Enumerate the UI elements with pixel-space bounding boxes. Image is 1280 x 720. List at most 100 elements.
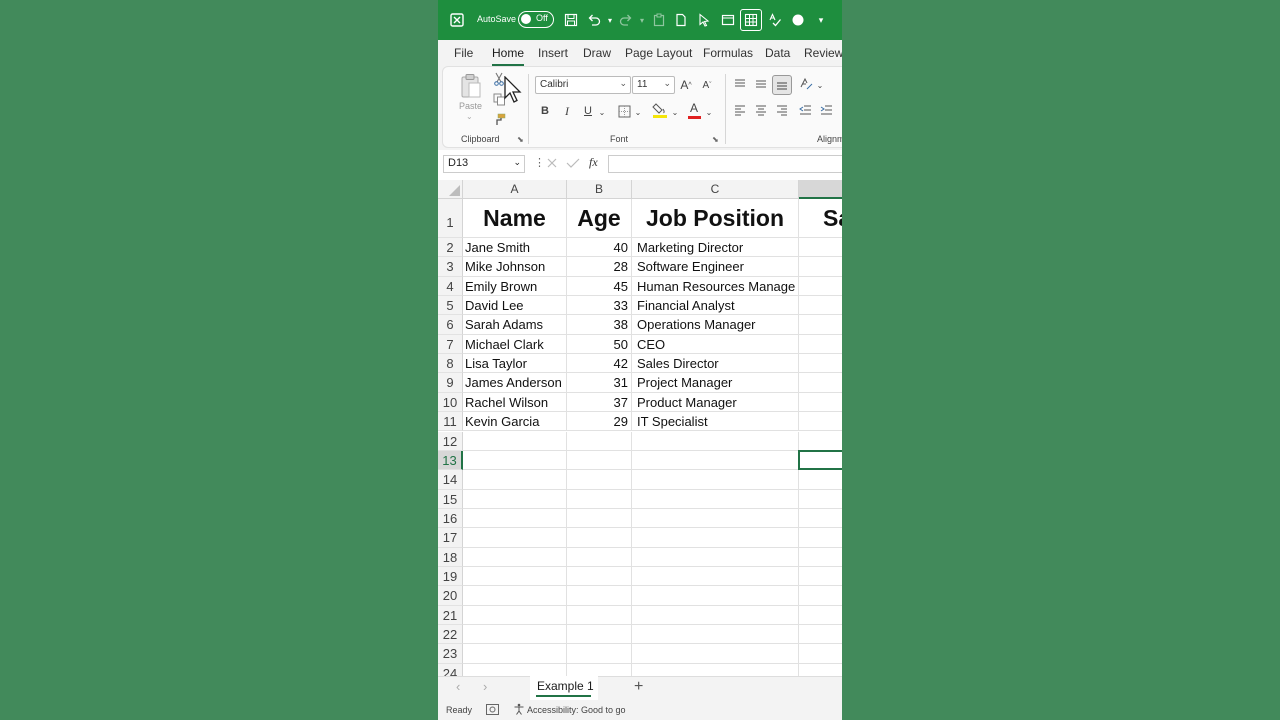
pointer-icon[interactable] [695, 11, 713, 29]
select-all-button[interactable] [438, 180, 463, 199]
tab-home[interactable]: Home [492, 46, 525, 66]
macro-recording-icon[interactable] [486, 704, 499, 717]
selected-cell[interactable] [798, 449, 842, 471]
row-header[interactable]: 18 [438, 547, 463, 567]
cell[interactable] [463, 528, 567, 548]
cell[interactable] [632, 489, 799, 509]
align-bottom-icon[interactable] [772, 75, 792, 95]
cell[interactable] [463, 547, 567, 567]
cell[interactable] [799, 238, 842, 258]
cell[interactable] [632, 663, 799, 676]
record-icon[interactable] [789, 11, 807, 29]
job-position-cell[interactable]: Product Manager [632, 392, 799, 413]
cell[interactable] [799, 644, 842, 664]
paste-dropdown-icon[interactable]: ⌄ [466, 112, 473, 121]
age-cell[interactable]: 33 [567, 296, 632, 316]
cell[interactable] [567, 644, 632, 664]
cell[interactable] [567, 566, 632, 587]
tab-review[interactable]: Review [804, 46, 842, 60]
cell[interactable] [632, 431, 799, 451]
table-icon[interactable] [740, 9, 762, 31]
row-header[interactable]: 16 [438, 508, 463, 529]
cell[interactable] [799, 509, 842, 529]
cell[interactable] [567, 470, 632, 490]
cell[interactable] [799, 412, 842, 432]
decrease-indent-icon[interactable] [797, 102, 813, 118]
scroll-right-icon[interactable]: › [483, 679, 487, 694]
tab-insert[interactable]: Insert [538, 46, 568, 60]
row-header[interactable]: 24 [438, 663, 463, 676]
cell[interactable] [799, 373, 842, 393]
cell[interactable] [567, 663, 632, 676]
job-position-cell[interactable]: Financial Analyst [632, 296, 799, 316]
cell[interactable] [567, 528, 632, 548]
orientation-icon[interactable] [798, 76, 814, 92]
align-center-icon[interactable] [753, 102, 769, 118]
align-right-icon[interactable] [774, 102, 790, 118]
clipboard-launcher-icon[interactable]: ⬊ [517, 135, 524, 144]
underline-dropdown-icon[interactable]: ⌄ [597, 103, 607, 121]
cell[interactable] [799, 296, 842, 316]
row-header[interactable]: 3 [438, 257, 463, 277]
cell[interactable] [799, 257, 842, 277]
age-cell[interactable]: 31 [567, 373, 632, 393]
cell[interactable] [567, 547, 632, 567]
age-cell[interactable]: 42 [567, 354, 632, 374]
enter-icon[interactable] [566, 156, 580, 174]
cell[interactable] [799, 277, 842, 297]
increase-indent-icon[interactable] [818, 102, 834, 118]
cell[interactable] [567, 431, 632, 451]
cell[interactable] [632, 508, 799, 529]
job-position-cell[interactable]: Marketing Director [632, 238, 799, 258]
align-middle-icon[interactable] [753, 76, 769, 92]
font-name-select[interactable]: Calibri ⌄ [535, 76, 631, 94]
cell[interactable] [567, 489, 632, 509]
cell[interactable] [632, 450, 799, 471]
cell[interactable] [463, 450, 567, 471]
cell[interactable] [463, 431, 567, 451]
row-header[interactable]: 12 [438, 431, 463, 451]
window-icon[interactable] [719, 11, 737, 29]
cell[interactable] [799, 586, 842, 606]
age-cell[interactable]: 29 [567, 412, 632, 432]
accessibility-icon[interactable] [513, 703, 525, 717]
row-header[interactable]: 19 [438, 566, 463, 587]
align-left-icon[interactable] [732, 102, 748, 118]
row-header[interactable]: 5 [438, 296, 463, 316]
decrease-font-size-button[interactable]: Aˇ [699, 76, 715, 94]
column-header-d[interactable] [799, 180, 842, 199]
clipboard-icon[interactable] [650, 11, 668, 29]
name-cell[interactable]: Jane Smith [463, 238, 567, 258]
cell[interactable] [463, 586, 567, 606]
font-launcher-icon[interactable]: ⬊ [712, 135, 719, 144]
age-cell[interactable]: 38 [567, 315, 632, 335]
fill-color-icon[interactable] [651, 100, 669, 120]
age-cell[interactable]: 40 [567, 238, 632, 258]
name-cell[interactable]: Lisa Taylor [463, 354, 567, 374]
cell[interactable] [463, 644, 567, 664]
tab-formulas[interactable]: Formulas [703, 46, 753, 60]
scroll-left-icon[interactable]: ‹ [456, 679, 460, 694]
row-header[interactable]: 14 [438, 470, 463, 490]
name-box[interactable]: D13 ⌄ [443, 155, 525, 173]
name-cell[interactable]: Kevin Garcia [463, 412, 567, 432]
name-cell[interactable]: James Anderson [463, 373, 567, 393]
cell[interactable] [799, 470, 842, 490]
font-color-dropdown-icon[interactable]: ⌄ [704, 103, 714, 121]
name-cell[interactable]: David Lee [463, 296, 567, 316]
font-color-button[interactable]: A [686, 100, 702, 120]
age-cell[interactable]: 37 [567, 392, 632, 413]
cell[interactable] [799, 393, 842, 413]
row-header[interactable]: 21 [438, 605, 463, 625]
cell[interactable] [799, 528, 842, 548]
cell[interactable] [463, 489, 567, 509]
cell[interactable] [632, 625, 799, 645]
row-header[interactable]: 10 [438, 392, 463, 413]
row-header[interactable]: 23 [438, 644, 463, 664]
cell[interactable] [799, 315, 842, 335]
name-cell[interactable]: Mike Johnson [463, 257, 567, 277]
align-top-icon[interactable] [732, 76, 748, 92]
font-size-select[interactable]: 11 ⌄ [632, 76, 675, 94]
row-header[interactable]: 2 [438, 238, 463, 258]
row-header[interactable]: 17 [438, 528, 463, 548]
